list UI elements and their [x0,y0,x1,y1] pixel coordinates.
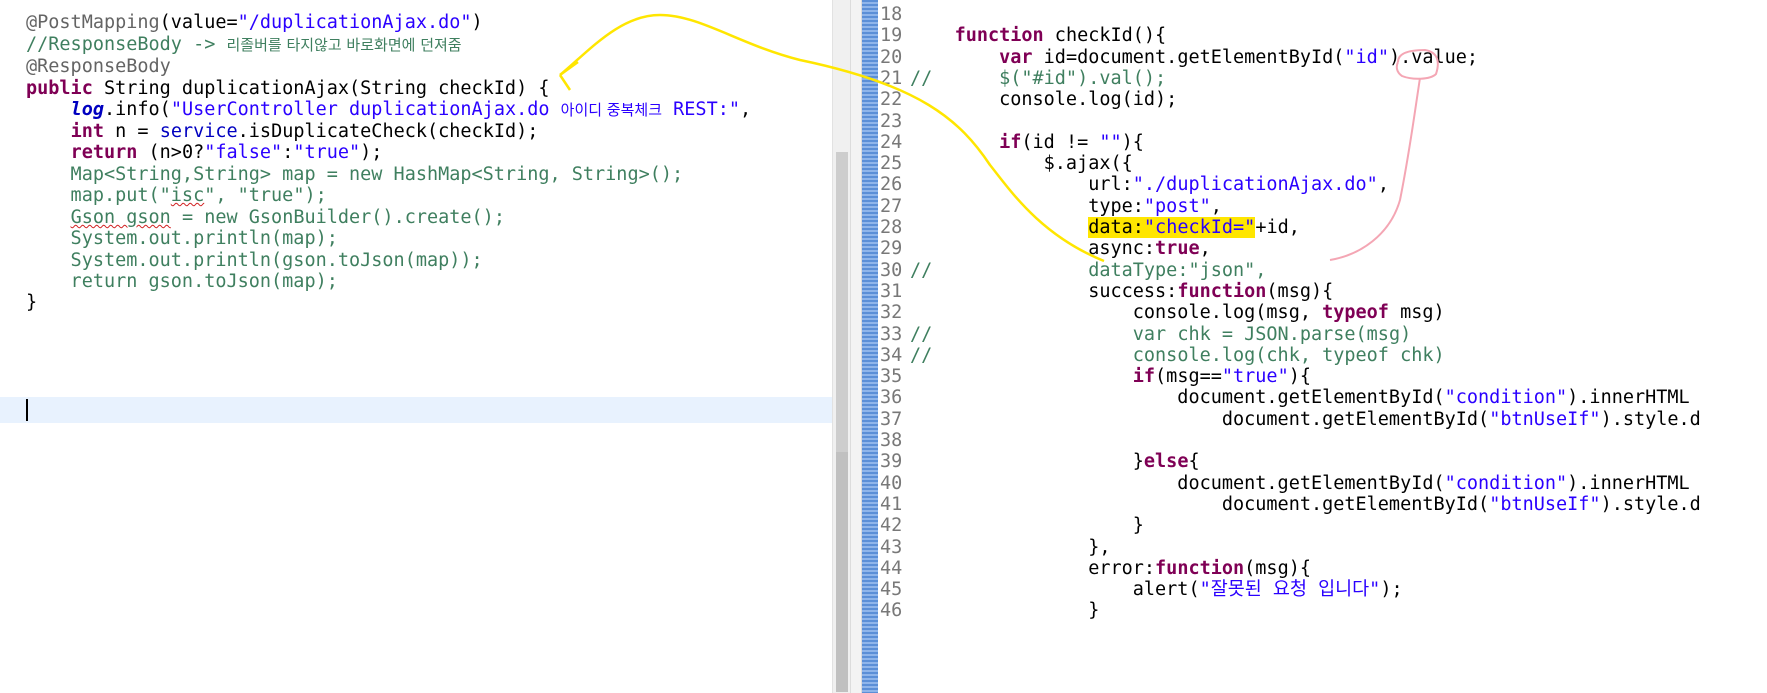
text-caret [26,399,28,421]
current-line-highlight [0,397,832,423]
pane-divider[interactable] [850,0,862,693]
left-scrollbar[interactable] [832,0,851,693]
line-number: 46 [880,600,903,622]
code-line: 46 } [862,599,1767,623]
code-line: @PostMapping(value="/duplicationAjax.do"… [26,12,483,33]
code-line: @ResponseBody [26,56,171,77]
code-line: return (n>0?"false":"true"); [70,142,383,163]
scrollbar-thumb[interactable] [836,452,848,692]
code-line: map.put("isc", "true"); [26,185,327,206]
right-editor[interactable]: 18 19 function checkId(){20 var id=docume… [862,0,1767,693]
code-line: log.info("UserController duplicationAjax… [70,99,752,120]
code-text: } [910,600,1100,622]
code-line: System.out.println(map); [26,228,338,249]
code-line: //ResponseBody -> 리졸버를 타지않고 바로화면에 던져줌 [26,34,462,55]
left-editor[interactable]: @PostMapping(value="/duplicationAjax.do"… [0,0,832,693]
code-line: } [26,292,38,313]
